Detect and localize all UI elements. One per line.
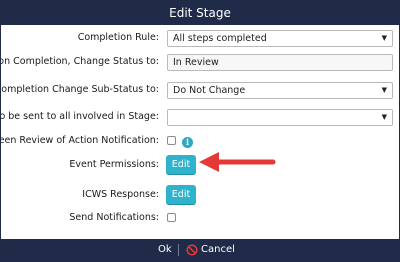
report-all-label: Report to be sent to all involved in Sta… — [0, 111, 159, 122]
red-arrow-icon — [199, 152, 276, 172]
change-status-value: In Review — [173, 57, 219, 68]
change-sub-status-row: Upon Completion Change Sub-Status to: Do… — [1, 82, 399, 99]
cancel-label: Cancel — [201, 244, 235, 255]
dialog-title: Edit Stage — [1, 1, 399, 25]
dropdown-arrow-icon: ▼ — [381, 113, 387, 121]
info-icon[interactable]: i — [182, 137, 193, 148]
send-notifications-label: Send Notifications: — [69, 212, 159, 223]
send-notifications-checkbox[interactable] — [167, 213, 176, 222]
change-sub-status-label: Upon Completion Change Sub-Status to: — [0, 84, 159, 95]
dialog-footer: Ok Cancel — [1, 239, 399, 261]
on-screen-review-row: On Screen Review of Action Notification:… — [1, 134, 399, 148]
change-status-label: Upon Completion, Change Status to: — [0, 56, 159, 67]
report-all-row: Report to be sent to all involved in Sta… — [1, 109, 399, 126]
change-sub-status-value: Do Not Change — [173, 85, 246, 96]
completion-rule-select[interactable]: All steps completed ▼ — [167, 30, 393, 47]
completion-rule-row: Completion Rule: All steps completed ▼ — [1, 30, 399, 47]
on-screen-review-checkbox[interactable] — [167, 136, 176, 145]
event-permissions-label: Event Permissions: — [69, 159, 159, 170]
footer-divider — [178, 244, 179, 256]
on-screen-review-label: On Screen Review of Action Notification: — [0, 135, 159, 146]
edit-stage-dialog: Edit Stage Completion Rule: All steps co… — [0, 0, 400, 262]
dropdown-arrow-icon: ▼ — [381, 34, 387, 42]
change-status-field[interactable]: In Review — [167, 54, 393, 71]
icws-response-label: ICWS Response: — [82, 189, 159, 200]
completion-rule-label: Completion Rule: — [77, 32, 159, 43]
change-sub-status-select[interactable]: Do Not Change ▼ — [167, 82, 393, 99]
no-entry-icon — [186, 244, 198, 256]
completion-rule-value: All steps completed — [173, 33, 267, 44]
event-permissions-edit-button[interactable]: Edit — [166, 155, 196, 174]
ok-button[interactable]: Ok — [158, 239, 172, 261]
icws-response-row: ICWS Response: Edit — [1, 185, 399, 204]
send-notifications-row: Send Notifications: — [1, 211, 399, 225]
change-status-row: Upon Completion, Change Status to: In Re… — [1, 54, 399, 71]
icws-response-edit-button[interactable]: Edit — [166, 185, 196, 204]
report-all-select[interactable]: ▼ — [167, 109, 393, 126]
dropdown-arrow-icon: ▼ — [381, 86, 387, 94]
